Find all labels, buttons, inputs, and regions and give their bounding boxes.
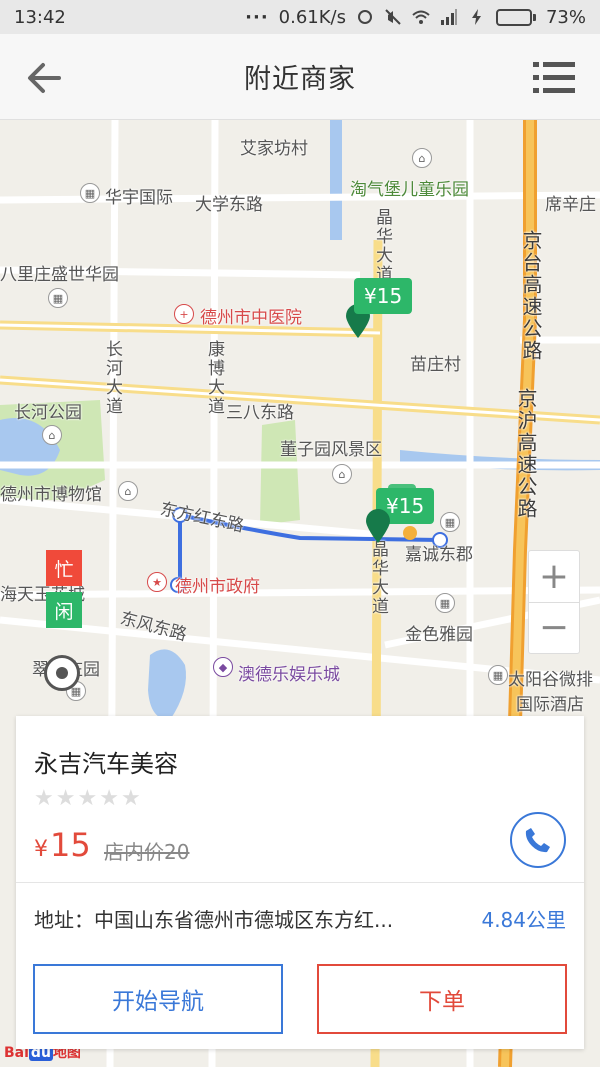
map-label-bowuguan: 德州市博物馆 <box>0 485 102 505</box>
star-icon: ★ <box>99 786 119 811</box>
list-icon <box>533 62 575 93</box>
status-time: 13:42 <box>14 6 66 28</box>
map-label-zhengfu: 德州市政府 <box>175 577 260 597</box>
map-label-jiacheng: 嘉诚东郡 <box>405 545 473 565</box>
merchant-pin-icon[interactable] <box>364 508 392 544</box>
map-label-guoji: 国际酒店 <box>516 695 584 715</box>
merchant-price-tag[interactable]: ¥15 <box>354 278 413 314</box>
map-label-aijiafangcun: 艾家坊村 <box>240 139 308 159</box>
poi-icon[interactable]: ⌂ <box>412 148 432 168</box>
government-icon[interactable]: ★ <box>147 572 167 592</box>
busy-tag: 忙 <box>46 550 82 586</box>
zoom-out-button[interactable]: − <box>529 601 579 654</box>
poi-icon[interactable]: ▦ <box>488 665 508 685</box>
price-value: 15 <box>50 826 91 864</box>
signal-icon <box>440 9 457 25</box>
call-button[interactable] <box>510 812 566 868</box>
map-label-jinghu-highway: 京沪高速公路 <box>514 388 538 520</box>
back-arrow-icon <box>28 63 61 93</box>
map-label-sanba: 三八东路 <box>226 403 294 423</box>
map-label-jingtai-highway: 京台高速公路 <box>519 230 543 362</box>
address-label: 地址： <box>34 908 94 932</box>
zoom-control: + − <box>528 550 580 654</box>
mute-icon <box>385 9 401 25</box>
more-notifications-icon: ··· <box>245 6 269 28</box>
merchant-address: 地址：中国山东省德州市德城区东方红... <box>34 904 393 933</box>
poi-icon[interactable]: ▦ <box>48 288 68 308</box>
card-divider <box>16 882 584 883</box>
entertainment-icon[interactable]: ◆ <box>213 657 233 677</box>
map-label-jinghua-north: 晶华大道 <box>372 208 392 284</box>
phone-icon <box>525 828 550 853</box>
map-label-miaozhuang: 苗庄村 <box>410 355 461 375</box>
merchant-card[interactable]: 永吉汽车美容 ★ ★ ★ ★ ★ ¥ 15 店内价20 地址：中国山东省德州市德城区东方… <box>16 716 584 1049</box>
app-header: 附近商家 <box>0 34 600 120</box>
map-label-kangbo-dadao: 康博大道 <box>204 340 224 416</box>
poi-icon[interactable]: ▦ <box>440 512 460 532</box>
network-speed: 0.61K/s <box>278 6 346 28</box>
hospital-icon[interactable]: + <box>174 304 194 324</box>
battery-icon <box>495 8 536 26</box>
merchant-name: 永吉汽车美容 <box>34 750 178 778</box>
my-location-button[interactable] <box>44 655 80 691</box>
place-order-button[interactable]: 下单 <box>317 964 567 1034</box>
map-label-daxuedonglu: 大学东路 <box>195 195 263 215</box>
status-bar: 13:42 ··· 0.61K/s 73% <box>0 0 600 34</box>
map-label-jinse: 金色雅园 <box>405 625 473 645</box>
map-label-aode: 澳德乐娱乐城 <box>238 665 340 685</box>
star-icon: ★ <box>77 786 98 811</box>
poi-icon[interactable]: ▦ <box>435 593 455 613</box>
map-label-jinghua-south: 晶华大道 <box>368 540 388 616</box>
location-icon <box>56 667 68 679</box>
star-icon: ★ <box>120 786 141 811</box>
start-navigation-button[interactable]: 开始导航 <box>33 964 283 1034</box>
address-value: 中国山东省德州市德城区东方红... <box>94 908 394 932</box>
poi-icon[interactable]: ▦ <box>80 183 100 203</box>
merchant-distance: 4.84公里 <box>481 908 566 932</box>
sync-icon <box>357 10 372 24</box>
museum-icon[interactable]: ⌂ <box>118 481 138 501</box>
star-icon: ★ <box>34 786 54 811</box>
merchant-price: ¥ 15 <box>34 826 91 864</box>
map-label-changhe-park: 长河公园 <box>14 403 82 423</box>
back-button[interactable] <box>22 56 66 100</box>
wifi-icon <box>412 10 430 24</box>
map-label-changhe-dadao: 长河大道 <box>102 340 122 416</box>
map-label-dongziyuan: 董子园风景区 <box>280 440 382 460</box>
star-icon: ★ <box>55 786 76 811</box>
map-label-huayu: 华宇国际 <box>105 188 173 208</box>
price-symbol: ¥ <box>34 837 48 862</box>
map-label-zhongyiyuan: 德州市中医院 <box>200 308 302 328</box>
idle-tag: 闲 <box>46 592 82 628</box>
map-label-xixinzhuang: 席辛庄 <box>545 195 596 215</box>
charging-icon <box>471 9 481 25</box>
zoom-in-button[interactable]: + <box>529 551 579 602</box>
battery-percent: 73% <box>545 6 586 28</box>
map-label-taiyanggu: 太阳谷微排 <box>508 670 593 690</box>
poi-icon[interactable]: ⌂ <box>42 425 62 445</box>
poi-icon[interactable]: ⌂ <box>332 464 352 484</box>
list-view-button[interactable] <box>532 56 576 100</box>
map-label-taoqibao: 淘气堡儿童乐园 <box>350 180 469 200</box>
rating-stars: ★ ★ ★ ★ ★ <box>34 788 141 810</box>
page-title: 附近商家 <box>244 64 356 95</box>
map-label-bilizhuang: 八里庄盛世华园 <box>0 265 119 285</box>
original-price: 店内价20 <box>104 840 190 864</box>
